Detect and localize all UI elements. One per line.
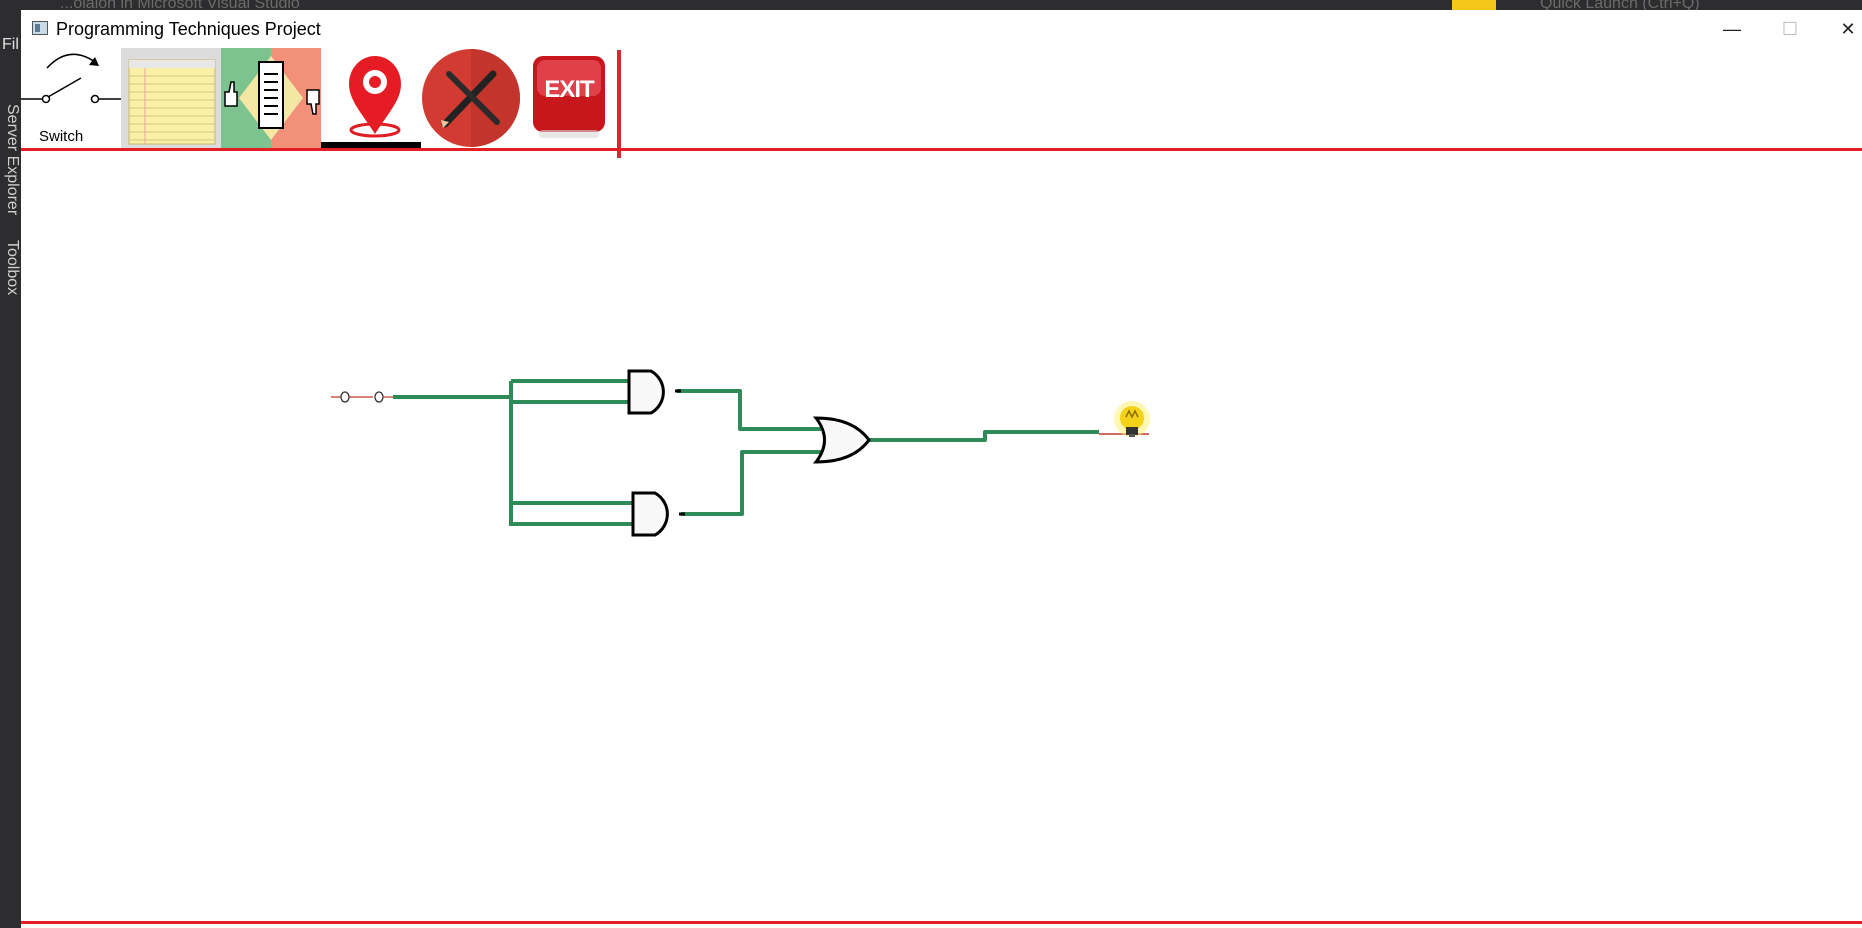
maximize-button[interactable]: ☐: [1761, 10, 1819, 48]
input-switch[interactable]: [331, 391, 393, 403]
probe-tool-button[interactable]: [321, 48, 421, 148]
app-icon: [32, 21, 48, 35]
wire-and2-out: [681, 450, 821, 516]
server-explorer-tab[interactable]: Server Explorer: [3, 104, 21, 215]
toolbar-divider: [617, 50, 621, 158]
wires: [393, 379, 1099, 526]
canvas-bottom-border: [21, 921, 1862, 924]
vs-window-title: ...olaion in Microsoft Visual Studio: [60, 0, 300, 10]
exit-tool-label: EXIT: [544, 76, 594, 103]
and-gate-bottom[interactable]: [631, 491, 685, 537]
vs-background-topbar: ...olaion in Microsoft Visual Studio Qui…: [0, 0, 1862, 10]
vs-file-menu[interactable]: Fil: [2, 36, 19, 54]
switch-tool-label: Switch: [39, 128, 84, 145]
title-bar[interactable]: Programming Techniques Project — ☐ ✕: [21, 10, 1862, 48]
edit-tool-button[interactable]: [421, 48, 521, 148]
and-gate-top[interactable]: [627, 369, 681, 415]
switch-tool-button[interactable]: Switch: [21, 48, 121, 148]
minimize-button[interactable]: —: [1703, 10, 1761, 48]
circuit-canvas[interactable]: [21, 151, 1862, 921]
output-led[interactable]: [1099, 401, 1150, 437]
notes-tool-button[interactable]: [121, 48, 221, 148]
wire-or-out: [865, 430, 1099, 442]
toolbar: Switch EXIT: [21, 48, 1862, 148]
quick-launch-box[interactable]: Quick Launch (Ctrl+Q): [1540, 0, 1700, 10]
vs-notification-badge[interactable]: [1452, 0, 1496, 10]
circuit-diagram: [331, 369, 1150, 537]
exit-tool-button[interactable]: EXIT: [521, 48, 617, 148]
toolbox-tab[interactable]: Toolbox: [3, 240, 21, 295]
or-gate[interactable]: [812, 416, 871, 464]
notepad-icon: [128, 59, 216, 145]
wire-and1-out: [677, 389, 821, 431]
pencil-cross-icon: [422, 49, 520, 147]
window-title: Programming Techniques Project: [56, 19, 321, 39]
close-button[interactable]: ✕: [1819, 10, 1862, 48]
app-window: Programming Techniques Project — ☐ ✕ Swi…: [21, 10, 1862, 928]
map-pin-icon: [321, 56, 421, 148]
truth-table-tool-button[interactable]: [221, 48, 321, 148]
document-thumbs-icon: [221, 48, 321, 148]
